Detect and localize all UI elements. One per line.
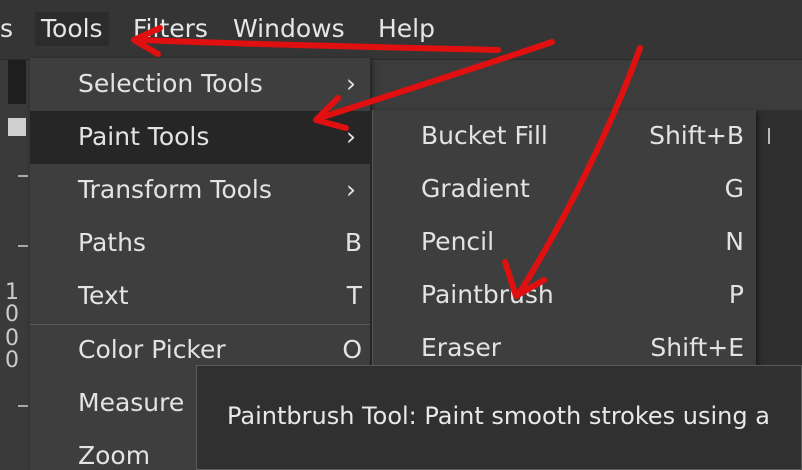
- menu-item-text[interactable]: Text T: [30, 270, 370, 323]
- menu-item-paths[interactable]: Paths B: [30, 217, 370, 270]
- play-icon[interactable]: [8, 118, 26, 136]
- text-cursor: [768, 128, 770, 144]
- menu-item-label: Gradient: [421, 174, 530, 203]
- menubar-item-tools[interactable]: Tools: [35, 12, 109, 46]
- menu-item-shortcut: B: [344, 228, 362, 257]
- ruler-number: 0: [5, 348, 19, 373]
- menu-item-shortcut: O: [342, 335, 362, 364]
- toolbox-handle: [8, 60, 26, 104]
- menu-item-selection-tools[interactable]: Selection Tools ›: [30, 58, 370, 111]
- ruler-number: 0: [5, 326, 19, 351]
- menu-item-gradient[interactable]: Gradient G: [373, 163, 756, 216]
- menu-item-shortcut: N: [725, 227, 744, 256]
- ruler-tick: [18, 175, 28, 177]
- paint-tools-submenu: Bucket Fill Shift+B Gradient G Pencil N …: [372, 110, 756, 370]
- menu-item-label: Pencil: [421, 227, 495, 256]
- ruler-tick: [18, 245, 28, 247]
- menu-item-label: Transform Tools: [78, 175, 272, 204]
- menubar-item-filters[interactable]: Filters: [133, 12, 208, 46]
- background-panel: [755, 110, 802, 370]
- menu-item-label: Color Picker: [78, 335, 226, 364]
- menu-item-label: Paths: [78, 228, 146, 257]
- menu-item-label: Text: [78, 281, 129, 310]
- menu-item-shortcut: G: [724, 174, 744, 203]
- submenu-arrow-icon: ›: [346, 69, 356, 98]
- menubar-item-partial[interactable]: s: [0, 12, 13, 46]
- menu-item-label: Bucket Fill: [421, 121, 548, 150]
- menu-item-label: Zoom: [78, 441, 151, 470]
- menu-item-label: Paint Tools: [78, 122, 210, 151]
- submenu-arrow-icon: ›: [346, 122, 356, 151]
- menu-item-label: Selection Tools: [78, 69, 263, 98]
- ruler-number: 0: [5, 302, 19, 327]
- menubar: s Tools Filters Windows Help: [0, 0, 802, 60]
- menu-item-bucket-fill[interactable]: Bucket Fill Shift+B: [373, 110, 756, 163]
- menubar-item-windows[interactable]: Windows: [233, 12, 345, 46]
- menu-item-label: Paintbrush: [421, 280, 554, 309]
- menu-item-label: Eraser: [421, 333, 502, 362]
- tooltip: Paintbrush Tool: Paint smooth strokes us…: [196, 365, 802, 470]
- menu-item-paint-tools[interactable]: Paint Tools ›: [30, 111, 370, 164]
- ruler-number: 1: [5, 280, 19, 305]
- menu-item-paintbrush[interactable]: Paintbrush P: [373, 269, 756, 322]
- menu-item-shortcut: T: [346, 281, 362, 310]
- menu-item-shortcut: P: [728, 280, 744, 309]
- tooltip-text: Paintbrush Tool: Paint smooth strokes us…: [227, 402, 770, 430]
- toolbox-strip: 1 0 0 0: [0, 60, 30, 470]
- menubar-item-help[interactable]: Help: [378, 12, 435, 46]
- menu-item-transform-tools[interactable]: Transform Tools ›: [30, 164, 370, 217]
- menu-item-shortcut: Shift+B: [649, 121, 744, 150]
- ruler-tick: [18, 405, 28, 407]
- menu-item-label: Measure: [78, 388, 185, 417]
- submenu-arrow-icon: ›: [346, 175, 356, 204]
- menu-item-pencil[interactable]: Pencil N: [373, 216, 756, 269]
- menu-item-shortcut: Shift+E: [650, 333, 744, 362]
